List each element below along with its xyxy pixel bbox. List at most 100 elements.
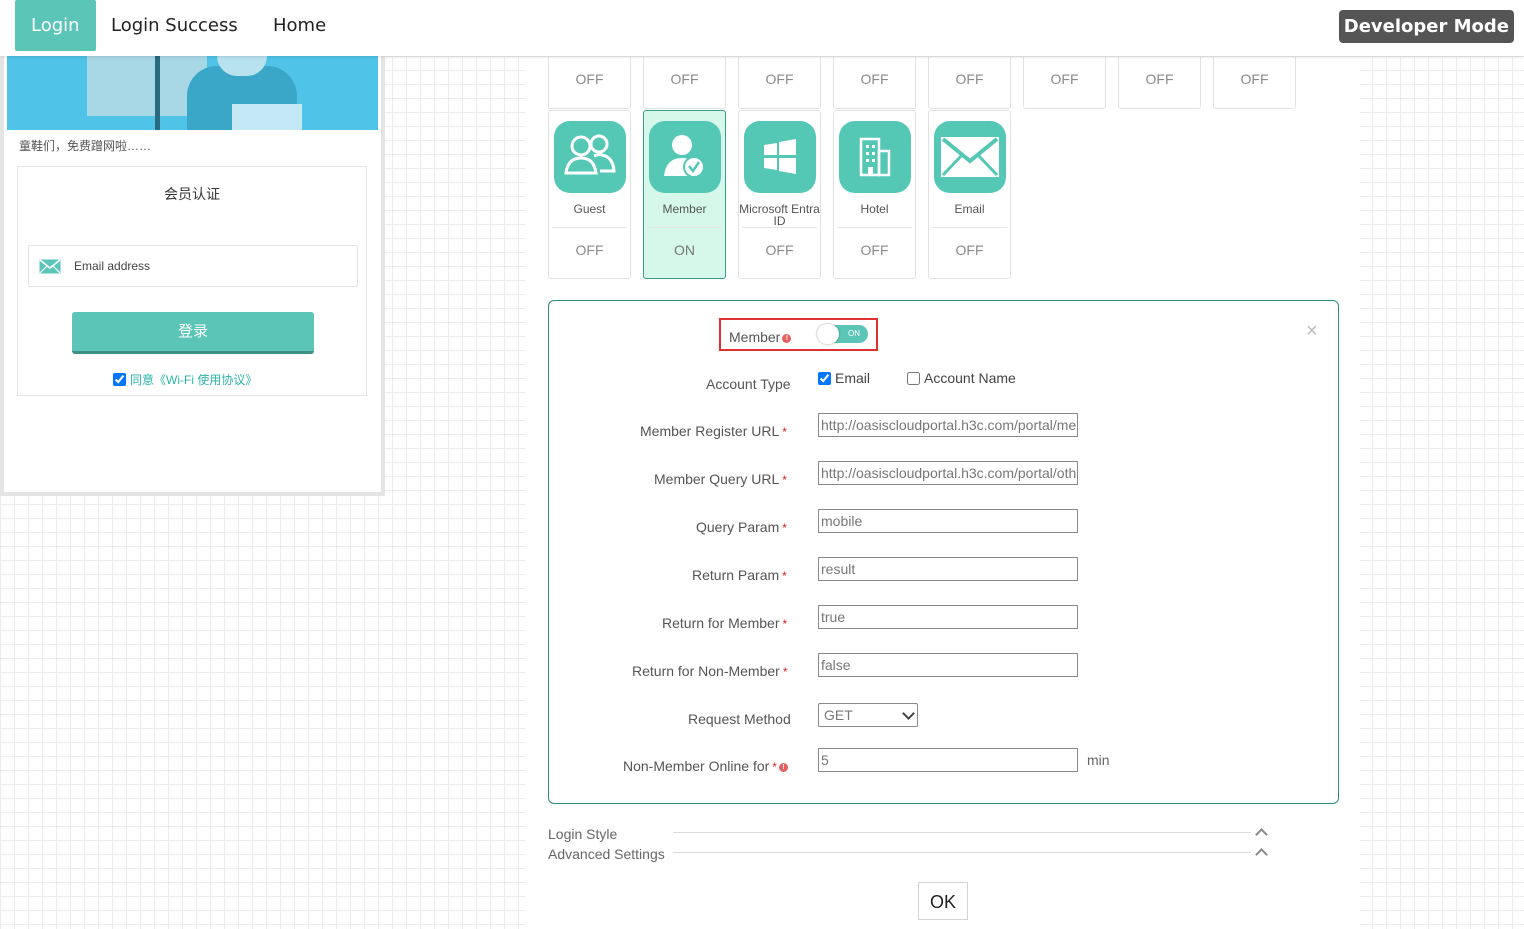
account-type-email-check[interactable] (818, 371, 831, 385)
email-input[interactable]: Email address (28, 245, 358, 287)
request-method-value: GET (824, 707, 853, 723)
nonmember-online-input[interactable]: 5 (818, 748, 1078, 772)
users-icon (554, 121, 626, 193)
register-url-label: Member Register URL * (640, 423, 787, 439)
ok-button[interactable]: OK (918, 882, 968, 920)
envelope-icon (934, 121, 1006, 193)
account-type-email[interactable]: Email (818, 370, 870, 386)
tile-state: OFF (860, 242, 889, 258)
request-method-label: Request Method (688, 711, 791, 727)
tile-state: OFF (575, 71, 604, 87)
auth-tile-email[interactable]: Email OFF (928, 110, 1011, 279)
return-nonmember-input[interactable]: false (818, 653, 1078, 677)
tile-state: ON (674, 242, 695, 258)
auth-tile-top-6[interactable]: OFF (1023, 57, 1106, 109)
toggle-text: ON (848, 329, 860, 338)
required-mark: * (782, 617, 788, 631)
return-nonmember-label: Return for Non-Member * (632, 663, 788, 679)
member-check-icon (649, 121, 721, 193)
query-url-input[interactable]: http://oasiscloudportal.h3c.com/portal/o… (818, 461, 1078, 485)
advanced-settings-section[interactable]: Advanced Settings (548, 846, 665, 862)
tab-login-success[interactable]: Login Success (111, 0, 238, 51)
auth-tile-top-3[interactable]: OFF (738, 57, 821, 109)
auth-box: 会员认证 Email address 登录 同意《Wi-Fi 使用协议》 (17, 166, 367, 396)
agreement-check[interactable] (113, 373, 126, 386)
return-param-input[interactable]: result (818, 557, 1078, 581)
tile-state: OFF (1050, 71, 1079, 87)
required-mark: * (782, 665, 788, 679)
request-method-select[interactable]: GET (818, 703, 918, 727)
member-label: Member! (729, 329, 792, 345)
account-type-email-label[interactable]: Email (835, 370, 870, 386)
account-type-name[interactable]: Account Name (907, 370, 1016, 386)
top-nav: Login Login Success Home Developer Mode (0, 0, 1524, 56)
member-label-text: Member (729, 329, 781, 345)
agreement-checkbox[interactable]: 同意《Wi-Fi 使用协议》 (113, 371, 257, 388)
nonmember-online-label: Non-Member Online for *! (623, 758, 788, 774)
required-mark: * (782, 473, 787, 487)
portal-preview: 童鞋们，免费蹭网啦…… 会员认证 Email address 登录 同意《Wi-… (0, 56, 385, 496)
return-member-label-text: Return for Member (662, 615, 780, 631)
required-mark: * (782, 569, 787, 583)
tile-state: OFF (765, 71, 794, 87)
return-member-input[interactable]: true (818, 605, 1078, 629)
tab-home[interactable]: Home (273, 0, 326, 51)
auth-tile-top-4[interactable]: OFF (833, 57, 916, 109)
tile-state: OFF (955, 71, 984, 87)
required-mark: * (782, 425, 787, 439)
register-url-input[interactable]: http://oasiscloudportal.h3c.com/portal/m… (818, 413, 1078, 437)
tile-state: OFF (765, 242, 794, 258)
return-param-label-text: Return Param (692, 567, 780, 583)
tile-state: OFF (670, 71, 699, 87)
tile-state: OFF (575, 242, 604, 258)
auth-tile-hotel[interactable]: Hotel OFF (833, 110, 916, 279)
return-param-label: Return Param * (692, 567, 787, 583)
auth-tile-top-2[interactable]: OFF (643, 57, 726, 109)
tile-label: Guest (573, 202, 606, 216)
required-mark: * (782, 521, 787, 535)
developer-mode-button[interactable]: Developer Mode (1338, 10, 1514, 43)
windows-icon (744, 121, 816, 193)
auth-tile-top-7[interactable]: OFF (1118, 57, 1201, 109)
query-param-label-text: Query Param (696, 519, 780, 535)
tile-label: Email (954, 202, 985, 216)
envelope-icon (39, 259, 61, 274)
account-type-name-check[interactable] (907, 371, 920, 385)
nonmember-online-unit: min (1087, 752, 1110, 768)
return-nonmember-label-text: Return for Non-Member (632, 663, 780, 679)
required-mark: * (772, 760, 777, 774)
account-type-name-label[interactable]: Account Name (924, 370, 1016, 386)
query-param-label: Query Param * (696, 519, 787, 535)
tile-label: Hotel (860, 202, 889, 216)
agreement-text[interactable]: 同意《Wi-Fi 使用协议》 (130, 371, 257, 388)
return-member-label: Return for Member * (662, 615, 787, 631)
auth-tile-member[interactable]: Member ON (643, 110, 726, 279)
nonmember-online-label-text: Non-Member Online for (623, 758, 770, 774)
query-url-label: Member Query URL * (654, 471, 787, 487)
auth-tile-top-5[interactable]: OFF (928, 57, 1011, 109)
auth-tile-top-8[interactable]: OFF (1213, 57, 1296, 109)
close-icon[interactable]: × (1306, 320, 1318, 343)
tile-state: OFF (1145, 71, 1174, 87)
auth-title: 会员认证 (164, 186, 220, 202)
section-divider (673, 852, 1251, 853)
tile-label: Microsoft Entra ID (739, 202, 820, 228)
login-style-section[interactable]: Login Style (548, 826, 617, 842)
member-toggle[interactable]: ON (817, 324, 868, 344)
query-url-label-text: Member Query URL (654, 471, 780, 487)
account-type-label: Account Type (706, 376, 791, 392)
tile-label: Member (662, 202, 707, 216)
auth-tile-microsoft-entra[interactable]: Microsoft Entra ID OFF (738, 110, 821, 279)
login-button[interactable]: 登录 (72, 312, 314, 354)
auth-tile-top-1[interactable]: OFF (548, 57, 631, 109)
tab-login[interactable]: Login (15, 0, 96, 51)
hotel-icon (839, 121, 911, 193)
query-param-input[interactable]: mobile (818, 509, 1078, 533)
section-divider (673, 832, 1251, 833)
auth-tile-guest[interactable]: Guest OFF (548, 110, 631, 279)
tile-state: OFF (955, 242, 984, 258)
info-icon: ! (782, 333, 792, 343)
toggle-knob (817, 324, 839, 344)
email-placeholder: Email address (74, 259, 151, 273)
banner-caption: 童鞋们，免费蹭网啦…… (19, 139, 152, 153)
